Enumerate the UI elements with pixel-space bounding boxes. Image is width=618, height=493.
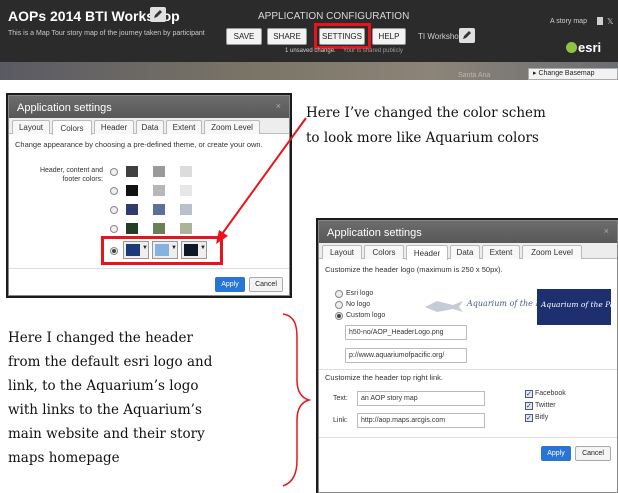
dialog-tabs: Layout Colors Header Data Extent Zoom Le… [319, 243, 617, 260]
tab-layout[interactable]: Layout [322, 245, 362, 259]
no-logo-radio[interactable] [335, 301, 343, 309]
annotation-line: maps homepage [8, 450, 120, 466]
link-text-input[interactable]: an AOP story map [357, 391, 485, 406]
logo-link-input[interactable]: p://www.aquariumofpacific.org/ [345, 348, 467, 363]
link-caption: Customize the header top right link. [325, 373, 443, 382]
twitter-label: Twitter [535, 402, 556, 409]
divider [319, 369, 617, 370]
logo-text: Aquarium of the Pacific [467, 299, 563, 308]
logo-caption: Customize the header logo (maximum is 25… [325, 265, 503, 274]
annotation-header: Here I changed the header from the defau… [8, 326, 212, 470]
divider [319, 437, 617, 438]
fish-icon [425, 301, 463, 312]
annotation-line: from the default esri logo and [8, 354, 213, 370]
esri-logo-label: Esri logo [346, 290, 374, 297]
logo-text: Aquarium of the Pacific [541, 300, 611, 309]
tab-extent[interactable]: Extent [482, 245, 520, 259]
text-label: Text: [333, 395, 348, 402]
settings-dialog-header: Application settings × Layout Colors Hea… [318, 220, 618, 493]
twitter-checkbox[interactable]: ✓ [525, 402, 533, 410]
close-icon[interactable]: × [604, 226, 609, 236]
esri-logo-radio[interactable] [335, 290, 343, 298]
tab-data[interactable]: Data [450, 245, 480, 259]
annotation-line: link, to the Aquarium’s logo [8, 378, 199, 394]
cancel-button[interactable]: Cancel [575, 446, 611, 461]
custom-logo-radio[interactable] [335, 312, 343, 320]
tab-zoom-level[interactable]: Zoom Level [522, 245, 582, 259]
annotation-line: main website and their story [8, 426, 205, 442]
facebook-checkbox[interactable]: ✓ [525, 390, 533, 398]
tab-colors[interactable]: Colors [364, 245, 404, 259]
annotation-line: Here I changed the header [8, 330, 193, 346]
aquarium-logo-dark: Aquarium of the Pacific [537, 289, 611, 325]
facebook-label: Facebook [535, 390, 566, 397]
apply-button[interactable]: Apply [541, 446, 571, 461]
annotation-line: with links to the Aquarium’s [8, 402, 202, 418]
custom-logo-label: Custom logo [346, 312, 386, 319]
bitly-checkbox[interactable]: ✓ [525, 414, 533, 422]
bitly-label: Bitly [535, 414, 549, 421]
link-url-input[interactable]: http://aop.maps.arcgis.com [357, 413, 485, 428]
no-logo-label: No logo [346, 301, 371, 308]
dialog-title: Application settings [319, 221, 617, 243]
link-label: Link: [333, 417, 348, 424]
tab-header[interactable]: Header [406, 245, 448, 260]
logo-url-input[interactable]: h50-no/AOP_HeaderLogo.png [345, 325, 467, 340]
